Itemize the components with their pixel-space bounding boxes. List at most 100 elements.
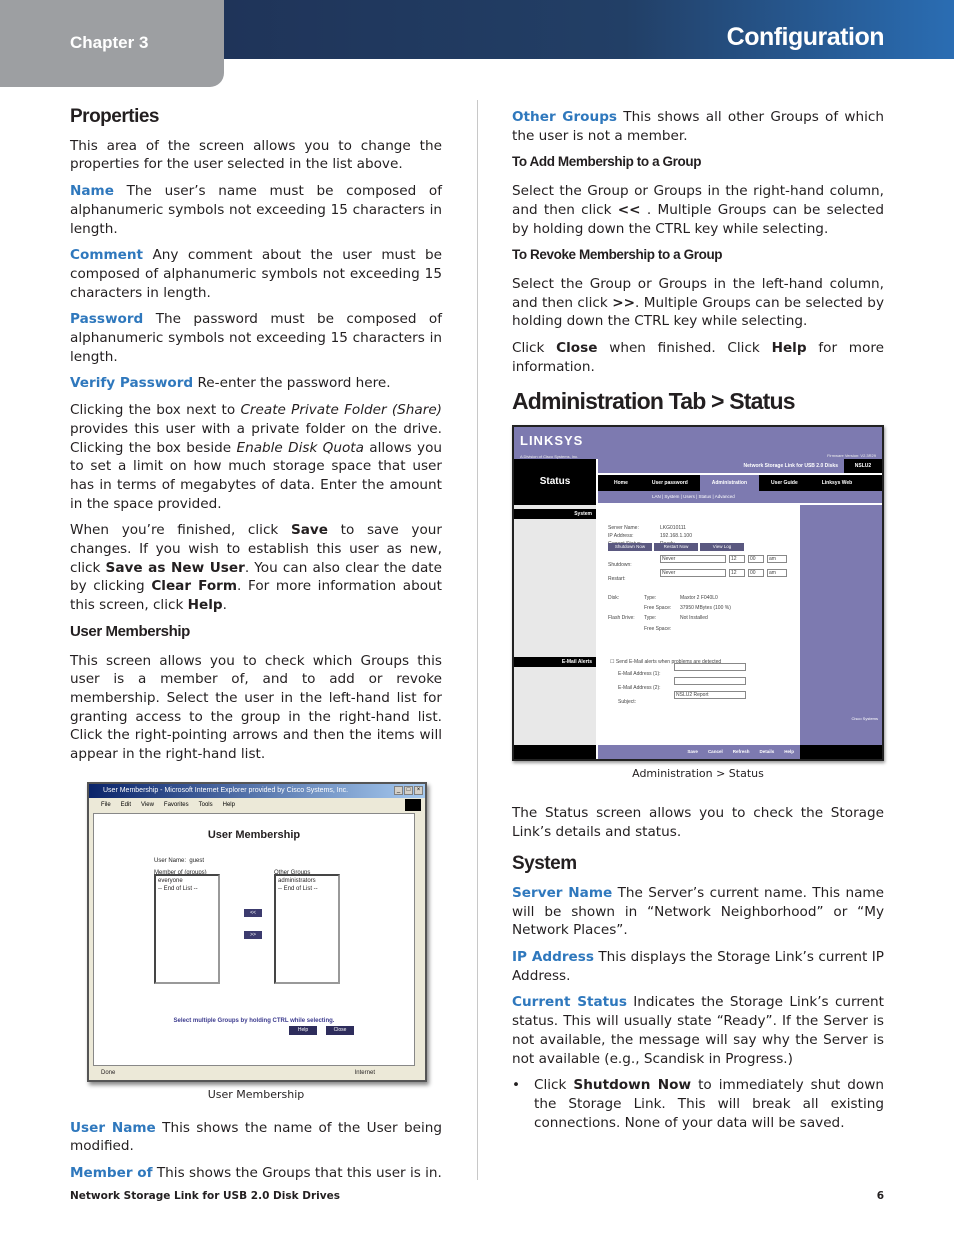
ui-ref: Close: [556, 340, 598, 357]
term: Verify Password: [70, 375, 194, 392]
ui-ref: >>: [612, 294, 636, 311]
desc: Re-enter the password here.: [193, 375, 391, 392]
column-divider: [477, 100, 478, 1180]
field-verify-password: Verify Password Re-enter the password he…: [70, 374, 442, 393]
zone-text: Internet: [354, 1069, 375, 1076]
term: Other Groups: [512, 109, 618, 125]
flash-label: Flash Drive:: [608, 615, 635, 622]
page-number: 6: [876, 1190, 884, 1202]
field-comment: Comment Any comment about the user must …: [70, 246, 442, 302]
refresh-button: Refresh: [732, 748, 750, 754]
menu-file: File: [101, 801, 111, 808]
ui-ref: Help: [771, 340, 807, 357]
scrollbar: [415, 812, 423, 1066]
text: when finished. Click: [597, 340, 772, 357]
subject-input: NSLU2 Report: [674, 691, 746, 700]
sidebar: System E-Mail Alerts: [514, 505, 596, 746]
restart-hour: 12: [729, 569, 745, 578]
bullet-list: Click Shutdown Now to immediately shut d…: [512, 1076, 884, 1132]
sub-tabs: LAN | System | Users | Status | Advanced: [598, 491, 882, 504]
member-of-list: everyone -- End of List --: [154, 873, 220, 984]
restart-minute: 00: [748, 569, 764, 578]
tab-user-guide: User Guide: [771, 480, 798, 487]
footer-title: Network Storage Link for USB 2.0 Disk Dr…: [70, 1190, 340, 1202]
tab-administration: Administration: [699, 475, 760, 492]
section-title: Configuration: [726, 23, 885, 51]
membership-intro: This screen allows you to check which Gr…: [70, 652, 442, 763]
term: User Name: [70, 1119, 156, 1136]
field-user-name: User Name This shows the name of the Use…: [70, 1119, 442, 1156]
list-item: -- End of List --: [158, 885, 198, 892]
restart-select: Never: [660, 569, 726, 578]
finish-paragraph: When you’re finished, click Save to save…: [70, 521, 442, 615]
details-button: Details: [759, 748, 775, 754]
private-folder-paragraph: Clicking the box next to Create Private …: [70, 401, 442, 513]
text: When you’re finished, click: [70, 522, 291, 539]
bullet-shutdown: Click Shutdown Now to immediately shut d…: [512, 1076, 884, 1132]
main-tabs: Home User password Administration User G…: [598, 475, 882, 492]
status-text: Done: [101, 1069, 116, 1076]
menu-edit: Edit: [120, 801, 132, 808]
term: Name: [70, 183, 114, 200]
chapter-label: Chapter 3: [70, 33, 149, 52]
restart-now-button: Restart Now: [654, 543, 698, 552]
email2-input: [674, 677, 746, 686]
window-title: User Membership - Microsoft Internet Exp…: [89, 783, 425, 798]
revoke-membership-heading: To Revoke Membership to a Group: [512, 247, 723, 263]
admin-status-heading: Administration Tab > Status: [512, 388, 796, 415]
status-bar: Done Internet: [89, 1067, 425, 1080]
product-name: Network Storage Link for USB 2.0 Disks: [598, 459, 844, 474]
term: IP Address: [512, 949, 594, 966]
add-membership-text: Select the Group or Groups in the right-…: [512, 182, 884, 238]
term: Password: [70, 311, 144, 328]
page-body: User Membership User Name: guest Member …: [93, 812, 415, 1066]
close-button: Close: [326, 1025, 354, 1035]
term: Server Name: [512, 884, 613, 901]
ui-ref: Enable Disk Quota: [236, 439, 364, 456]
ui-ref: <<: [617, 201, 641, 218]
restart-ampm: am: [767, 569, 787, 578]
other-groups-list: administrators -- End of List --: [274, 873, 340, 984]
cancel-button: Cancel: [707, 748, 723, 754]
flash-type-value: Not Installed: [680, 615, 708, 622]
right-panel: Cisco Systems: [800, 505, 882, 746]
restart-label: Restart:: [608, 576, 626, 583]
section-email-alerts: E-Mail Alerts: [514, 657, 596, 668]
list-item: administrators: [278, 877, 316, 884]
membership-heading: User Membership: [70, 622, 190, 640]
ui-ref: Save: [290, 522, 328, 539]
add-membership-heading: To Add Membership to a Group: [512, 154, 702, 170]
list-item: everyone: [158, 877, 183, 884]
term: Member of: [70, 1164, 153, 1181]
shutdown-select: Never: [660, 555, 726, 564]
desc: The user’s name must be composed of alph…: [70, 183, 442, 237]
ui-ref: Help: [187, 597, 223, 614]
properties-intro: This area of the screen allows you to ch…: [70, 137, 442, 173]
admin-status-screenshot: LINKSYS A Division of Cisco Systems, Inc…: [512, 425, 884, 762]
list-item: -- End of List --: [278, 885, 318, 892]
cisco-logo: Cisco Systems: [851, 716, 878, 722]
menu-tools: Tools: [198, 801, 213, 808]
field-other-groups: Other Groups This shows all other Groups…: [512, 108, 884, 145]
revoke-membership-text: Select the Group or Groups in the left-h…: [512, 275, 884, 331]
selection-note: Select multiple Groups by holding CTRL w…: [173, 1017, 335, 1024]
window-controls: _ □ ×: [394, 785, 423, 795]
section-system: System: [514, 509, 596, 520]
footer-right: [800, 745, 882, 760]
footer-left: [514, 745, 596, 760]
field-ip-address: IP Address This displays the Storage Lin…: [512, 948, 884, 985]
menu-help: Help: [222, 801, 235, 808]
minimize-icon: _: [394, 785, 403, 795]
desc: This shows the Groups that this user is …: [152, 1164, 442, 1181]
ui-ref: Create Private Folder (Share): [240, 402, 442, 419]
left-column: Properties This area of the screen allow…: [70, 107, 442, 1191]
shutdown-ampm: am: [767, 555, 787, 564]
text: Clicking the box next to: [70, 402, 241, 419]
shutdown-now-button: Shutdown Now: [608, 543, 652, 552]
figure-caption: Administration > Status: [632, 767, 764, 781]
window-title-text: User Membership - Microsoft Internet Exp…: [103, 786, 349, 794]
tab-linksys-web: Linksys Web: [821, 480, 853, 487]
shutdown-hour: 12: [729, 555, 745, 564]
disk-label: Disk:: [608, 595, 620, 602]
field-password: Password The password must be composed o…: [70, 310, 442, 366]
